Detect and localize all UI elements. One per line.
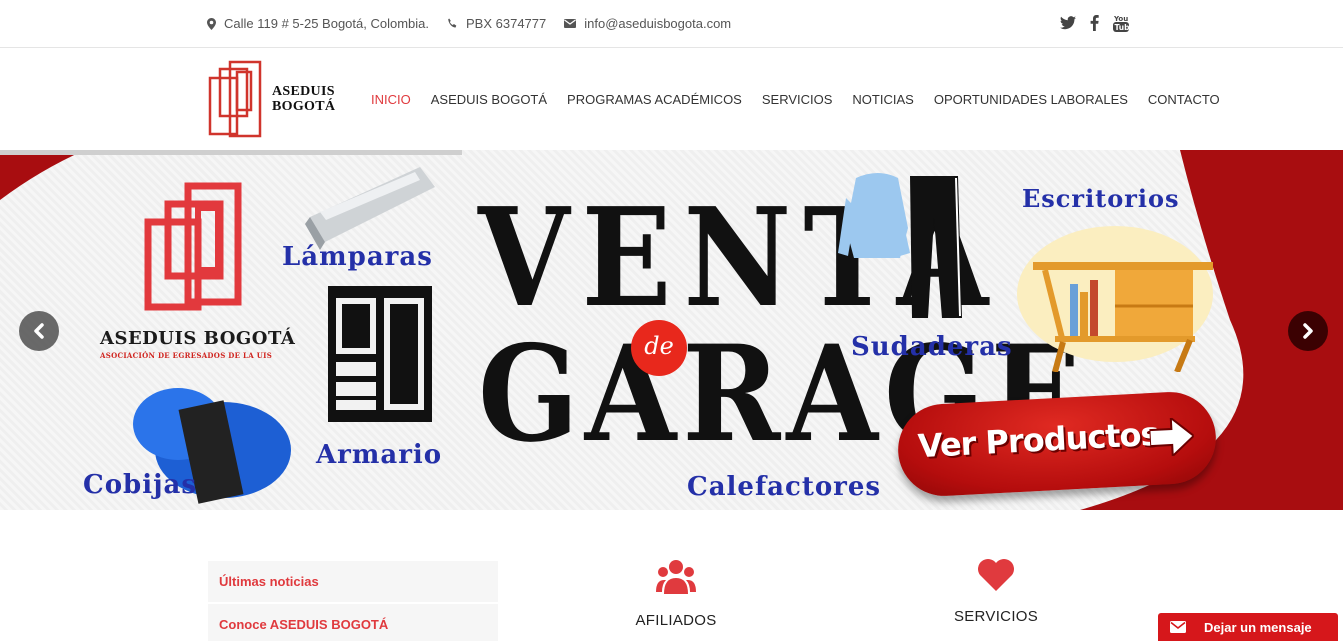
- twitter-icon[interactable]: [1060, 16, 1076, 30]
- arrow-right-icon: [1148, 416, 1195, 458]
- leave-message-label: Dejar un mensaje: [1204, 619, 1312, 635]
- nav-item-noticias[interactable]: NOTICIAS: [852, 92, 913, 107]
- sidebar-menu: Últimas noticias Conoce ASEDUIS BOGOTÁ: [208, 561, 498, 641]
- label-calefactores: Calefactores: [687, 472, 882, 502]
- logo-line-1: ASEDUIS: [272, 84, 335, 99]
- label-cobijas: Cobijas: [83, 470, 197, 500]
- facebook-icon[interactable]: [1090, 15, 1099, 31]
- top-bar: Calle 119 # 5-25 Bogotá, Colombia. PBX 6…: [0, 0, 1343, 48]
- address-text: Calle 119 # 5-25 Bogotá, Colombia.: [224, 16, 429, 31]
- feature-afiliados-title: AFILIADOS: [635, 612, 717, 629]
- hero-logo-title: ASEDUIS BOGOTÁ: [100, 328, 296, 349]
- logo-text: ASEDUIS BOGOTÁ: [272, 84, 335, 114]
- nav-item-inicio[interactable]: INICIO: [371, 92, 411, 107]
- chevron-right-icon: [1303, 323, 1313, 339]
- ver-productos-button[interactable]: Ver Productos: [895, 389, 1219, 499]
- envelope-icon: [564, 19, 577, 28]
- label-sudaderas: Sudaderas: [851, 332, 1013, 362]
- desk-image: [1017, 226, 1213, 372]
- slider-prev-button[interactable]: [19, 311, 59, 351]
- logo-line-2: BOGOTÁ: [272, 99, 336, 114]
- label-escritorios: Escritorios: [1022, 184, 1180, 213]
- lamp-image: [305, 167, 435, 250]
- chevron-left-icon: [34, 323, 44, 339]
- label-lamparas: Lámparas: [282, 242, 433, 272]
- phone-icon: [448, 18, 457, 28]
- slider-next-button[interactable]: [1288, 311, 1328, 351]
- headline-de-badge: de: [631, 320, 687, 376]
- phone-text: PBX 6374777: [466, 16, 547, 31]
- tracksuit-image: [838, 173, 962, 318]
- email-item[interactable]: info@aseduisbogota.com: [564, 16, 731, 31]
- social-links: YouTube: [1060, 14, 1129, 32]
- sidebar-item-conoce-aseduis[interactable]: Conoce ASEDUIS BOGOTÁ: [208, 604, 498, 641]
- wardrobe-image: [328, 286, 432, 422]
- hero-logo-subtitle: ASOCIACIÓN DE EGRESADOS DE LA UIS: [100, 351, 273, 360]
- nav-item-servicios[interactable]: SERVICIOS: [762, 92, 833, 107]
- address-item: Calle 119 # 5-25 Bogotá, Colombia.: [207, 16, 429, 31]
- label-armario: Armario: [316, 440, 443, 470]
- site-logo[interactable]: ASEDUIS BOGOTÁ: [207, 60, 347, 138]
- sidebar-item-ultimas-noticias[interactable]: Últimas noticias: [208, 561, 498, 602]
- email-link[interactable]: info@aseduisbogota.com: [584, 16, 731, 31]
- feature-servicios-title: SERVICIOS: [953, 608, 1039, 625]
- feature-afiliados[interactable]: AFILIADOS: [596, 558, 756, 629]
- nav-item-contacto[interactable]: CONTACTO: [1148, 92, 1220, 107]
- svg-text:You: You: [1113, 15, 1128, 23]
- slider-progress-bar: [0, 150, 462, 155]
- map-marker-icon: [207, 17, 216, 30]
- logo-mark: [208, 60, 262, 138]
- phone-item: PBX 6374777: [447, 16, 546, 31]
- envelope-icon: [1170, 621, 1186, 633]
- nav-item-oportunidades-laborales[interactable]: OPORTUNIDADES LABORALES: [934, 92, 1128, 107]
- leave-message-button[interactable]: Dejar un mensaje: [1158, 613, 1338, 641]
- contact-info: Calle 119 # 5-25 Bogotá, Colombia. PBX 6…: [207, 16, 731, 31]
- hero-slider: ASEDUIS BOGOTÁ ASOCIACIÓN DE EGRESADOS D…: [0, 150, 1343, 510]
- nav-item-programas-academicos[interactable]: PROGRAMAS ACADÉMICOS: [567, 92, 742, 107]
- feature-servicios[interactable]: SERVICIOS: [916, 558, 1076, 625]
- svg-text:Tube: Tube: [1115, 23, 1130, 32]
- heart-icon: [978, 559, 1014, 591]
- ver-productos-label: Ver Productos: [916, 414, 1160, 466]
- site-header: ASEDUIS BOGOTÁ INICIO ASEDUIS BOGOTÁ PRO…: [0, 49, 1343, 150]
- youtube-icon[interactable]: YouTube: [1113, 14, 1129, 32]
- nav-item-aseduis-bogota[interactable]: ASEDUIS BOGOTÁ: [431, 92, 547, 107]
- main-nav: INICIO ASEDUIS BOGOTÁ PROGRAMAS ACADÉMIC…: [371, 92, 1220, 107]
- aseduis-hero-logo: [144, 182, 242, 311]
- users-icon: [656, 560, 696, 594]
